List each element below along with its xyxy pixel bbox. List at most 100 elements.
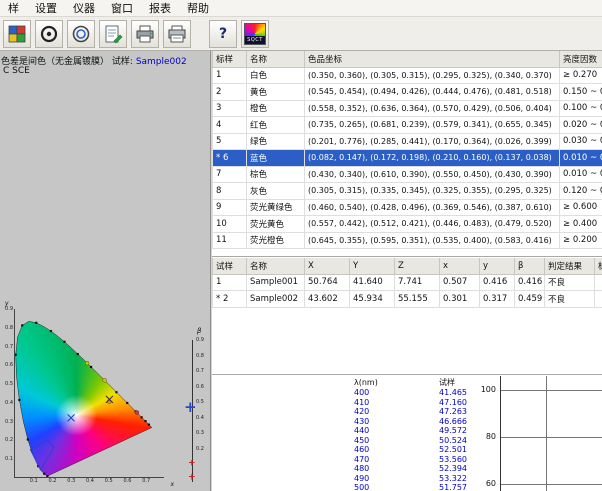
menu-item-instrument[interactable]: 仪器 [65,0,103,17]
y-tick-label: 0.2 [5,437,13,443]
table-row[interactable]: 5绿色(0.201, 0.776), (0.285, 0.441), (0.17… [213,133,602,150]
table-row[interactable]: 8灰色(0.305, 0.315), (0.335, 0.345), (0.32… [213,183,602,200]
column-header[interactable]: 标样 [595,258,602,274]
standards-table-pane: 标样名称色品坐标亮度因数 1白色(0.350, 0.360), (0.305, … [212,51,602,257]
column-header[interactable]: 标样 [213,51,247,67]
cell: 橙色 [247,100,305,117]
column-header[interactable]: 判定结果 [545,258,595,274]
menu-bar: 样 设置 仪器 窗口 报表 帮助 [0,0,602,17]
chart-y-tick-60: 60 [474,479,496,488]
column-header[interactable]: 名称 [247,258,305,274]
column-header[interactable]: 名称 [247,51,305,67]
print-preview-button[interactable] [163,20,191,48]
column-header[interactable]: 试样 [213,258,247,274]
cell: 0.150 ~ 0.450 [560,84,602,101]
column-header[interactable]: 色品坐标 [305,51,560,67]
measure-button[interactable] [35,20,63,48]
table-row[interactable]: 3橙色(0.558, 0.352), (0.636, 0.364), (0.57… [213,100,602,117]
menu-item-0[interactable]: 样 [0,0,27,17]
locus-dot [35,322,37,324]
standard-target-dot [103,378,107,382]
cell: 2 [213,84,247,101]
report-button[interactable] [99,20,127,48]
cell: 灰色 [247,183,305,200]
help-button[interactable]: ? [209,20,237,48]
sci-sce-button[interactable] [67,20,95,48]
cell: ≥ 0.200 [560,232,602,249]
table-row[interactable]: 9荧光黄绿色(0.460, 0.540), (0.428, 0.496), (0… [213,199,602,216]
x-tick-label: 0.3 [67,478,75,484]
cell: 红色 [247,117,305,134]
cell: Sample002 [247,291,305,308]
table-row[interactable]: * 6蓝色(0.082, 0.147), (0.172, 0.198), (0.… [213,150,602,167]
table-row[interactable]: 1白色(0.350, 0.360), (0.305, 0.315), (0.29… [213,67,602,84]
y-tick-label: 0.4 [5,400,13,406]
table-row[interactable]: 45050.524 [352,436,522,446]
table-row[interactable]: * 2Sample00243.60245.93455.1550.3010.317… [213,291,602,308]
cell: 0.317 [480,291,515,308]
x-tick-label: 0.5 [105,478,113,484]
chart-gridline [501,484,602,485]
table-row[interactable]: 48052.394 [352,464,522,474]
table-row[interactable]: 49053.322 [352,474,522,484]
sqct-button[interactable]: SQCT [241,20,269,48]
locus-dot [148,424,150,426]
cell: 0.301 [440,291,480,308]
cell: (0.645, 0.355), (0.595, 0.351), (0.535, … [305,232,560,249]
cell: Sample001 [247,274,305,291]
table-row[interactable]: 11荧光橙色(0.645, 0.355), (0.595, 0.351), (0… [213,232,602,249]
locus-dot [77,353,79,355]
print-button[interactable] [131,20,159,48]
table-row[interactable]: 41047.160 [352,398,522,408]
rings-icon [71,24,91,44]
table-row[interactable]: 1Sample00150.76441.6407.7410.5070.4160.4… [213,274,602,291]
x-tick-label: 0.2 [49,478,57,484]
table-row[interactable]: 50051.757 [352,483,522,491]
table-row[interactable]: 46052.501 [352,445,522,455]
table-row[interactable]: 40041.465 [352,388,522,398]
locus-dot [21,324,23,326]
cell [595,291,602,308]
y-tick-label: 0.8 [5,325,13,331]
cell: 43.602 [305,291,350,308]
menu-item-settings[interactable]: 设置 [27,0,65,17]
locus-dot [50,330,52,332]
column-header[interactable]: λ(nm) [352,377,437,388]
table-row[interactable]: 42047.263 [352,407,522,417]
column-header[interactable]: y [480,258,515,274]
locus-dot [144,420,146,422]
color-grid-button[interactable] [3,20,31,48]
cell: 0.416 [480,274,515,291]
table-row[interactable]: 43046.666 [352,417,522,427]
table-row[interactable]: 7棕色(0.430, 0.340), (0.610, 0.390), (0.55… [213,166,602,183]
table-row[interactable]: 47053.560 [352,455,522,465]
cell: 绿色 [247,133,305,150]
spectral-data-table: λ(nm)试样 40041.46541047.16042047.26343046… [352,377,522,491]
cell: 0.416 [515,274,545,291]
column-header[interactable]: 亮度因数 [560,51,602,67]
column-header[interactable]: β [515,258,545,274]
cell: 10 [213,216,247,233]
table-row[interactable]: 4红色(0.735, 0.265), (0.681, 0.239), (0.57… [213,117,602,134]
cell: 470 [352,455,437,465]
column-header[interactable]: x [440,258,480,274]
menu-item-window[interactable]: 窗口 [103,0,141,17]
cie-chromaticity-diagram: y x 0.10.20.30.40.50.60.7 0.10.20.30.40.… [14,309,164,478]
right-panel: 标样名称色品坐标亮度因数 1白色(0.350, 0.360), (0.305, … [212,51,602,491]
chart-y-tick-80: 80 [474,432,496,441]
column-header[interactable]: Y [350,258,395,274]
spectrum-chart [500,376,602,491]
samples-table-pane: 试样名称XYZxyβ判定结果标样 1Sample00150.76441.6407… [212,258,602,375]
menu-item-help[interactable]: 帮助 [179,0,217,17]
standards-table: 标样名称色品坐标亮度因数 1白色(0.350, 0.360), (0.305, … [212,51,602,249]
table-row[interactable]: 2黄色(0.545, 0.454), (0.494, 0.426), (0.44… [213,84,602,101]
menu-item-report[interactable]: 报表 [141,0,179,17]
column-header[interactable]: Z [395,258,440,274]
table-row[interactable]: 44049.572 [352,426,522,436]
column-header[interactable]: X [305,258,350,274]
y-tick-label: 0.1 [5,456,13,462]
locus-dot [15,354,17,356]
toolbar-separator [195,20,205,48]
x-tick-label: 0.6 [124,478,132,484]
table-row[interactable]: 10荧光黄色(0.557, 0.442), (0.512, 0.421), (0… [213,216,602,233]
